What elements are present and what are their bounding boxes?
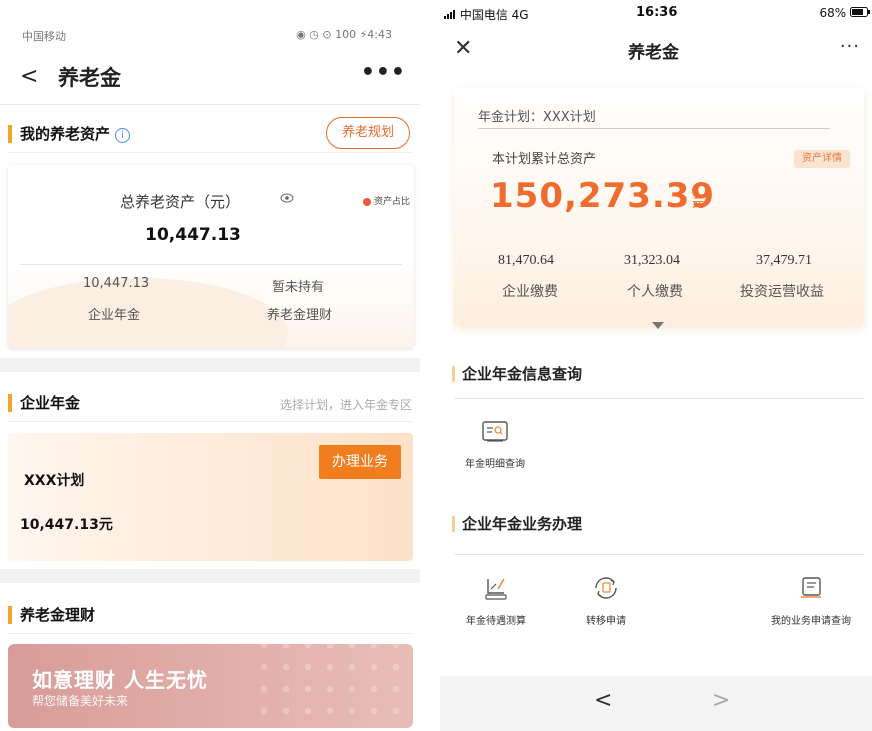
my-assets-title: 我的养老资产 (20, 125, 111, 143)
my-assets-header: 我的养老资产 i 养老规划 (8, 113, 412, 153)
signal-icon (444, 10, 455, 19)
benefit-calculation[interactable]: 年金待遇测算 (446, 575, 546, 629)
close-icon[interactable]: ✕ (454, 36, 472, 61)
personal-contribution-label: 个人缴费 (627, 284, 683, 300)
pension-plan-button[interactable]: 养老规划 (326, 117, 410, 149)
nav-bar: < 养老金 ••• (0, 52, 420, 102)
wealth-header: 养老金理财 (8, 594, 412, 634)
annuity-label: 企业年金 (88, 308, 141, 323)
section-title: 我的养老资产 i (20, 123, 131, 144)
status-bar: 中国电信 4G 16:36 68% (440, 0, 872, 28)
amount-unit: 元 (692, 196, 705, 210)
wealth-title: 养老金理财 (20, 606, 96, 624)
plan-name: XXX计划 (24, 473, 85, 489)
plan-underline (478, 128, 830, 129)
page-title: 养老金 (628, 43, 679, 63)
nav-bar: ✕ 养老金 ··· (440, 30, 872, 70)
handle-business-button[interactable]: 办理业务 (319, 445, 401, 479)
system-status: ◉ ◷ ⊙ 100 ⚡4:43 (296, 28, 392, 41)
total-assets-label: 总养老资产（元） (120, 193, 241, 211)
section-bar (8, 606, 12, 624)
annual-plan-label[interactable]: 年金计划：XXX计划 (478, 106, 596, 125)
banner-subtitle: 帮您储备美好未来 (32, 694, 129, 708)
section-bar (8, 394, 12, 412)
document-search-icon (482, 421, 508, 442)
screen-gap (420, 0, 440, 731)
battery-icon (850, 7, 870, 17)
asset-ratio-button[interactable]: 资产占比 (357, 193, 414, 211)
annuity-value: 10,447.13 (83, 276, 150, 291)
transfer-application[interactable]: 转移申请 (566, 575, 646, 629)
investment-income-label: 投资运营收益 (740, 284, 824, 300)
section-divider (8, 421, 412, 422)
back-arrow-icon[interactable]: < (594, 688, 612, 713)
personal-contribution-value: 31,323.04 (624, 253, 680, 268)
employer-contribution-label: 企业缴费 (502, 284, 558, 300)
more-icon[interactable]: ··· (840, 36, 860, 57)
card-divider (20, 264, 402, 265)
carrier-label: 中国移动 (22, 30, 66, 43)
section-bar (452, 366, 455, 382)
more-icon[interactable]: ••• (361, 60, 406, 85)
benefit-calculation-label: 年金待遇测算 (466, 616, 526, 627)
wealth-banner[interactable]: 如意理财 人生无忧 帮您储备美好未来 (8, 644, 413, 728)
section-gap (0, 358, 420, 372)
my-application-query[interactable]: 我的业务申请查询 (756, 575, 866, 629)
section-gap (0, 569, 420, 583)
calculator-pen-icon (485, 578, 507, 600)
forward-arrow-icon[interactable]: > (712, 688, 730, 713)
section-bar (452, 516, 455, 532)
status-time: 16:36 (636, 5, 678, 20)
asset-detail-button[interactable]: 资产详情 (794, 150, 850, 168)
info-query-header: 企业年金信息查询 (452, 360, 864, 390)
section-divider (454, 398, 864, 399)
section-bar (8, 125, 12, 143)
battery-status: 68% (819, 6, 870, 20)
browser-bottom-bar: < > (440, 676, 872, 731)
battery-percent: 68% (819, 6, 847, 20)
banner-pattern (253, 644, 413, 728)
plan-summary-card: 年金计划：XXX计划 本计划累计总资产 资产详情 150,273.39 元 81… (454, 88, 864, 326)
accumulated-assets-label: 本计划累计总资产 (492, 152, 597, 167)
application-record-icon (801, 577, 821, 598)
left-screen: 中国移动 ◉ ◷ ⊙ 100 ⚡4:43 < 养老金 ••• 我的养老资产 i 养… (0, 0, 420, 731)
annuity-detail-query-label: 年金明细查询 (465, 459, 525, 470)
my-application-query-label: 我的业务申请查询 (771, 616, 851, 627)
annuity-detail-query[interactable]: 年金明细查询 (460, 420, 530, 472)
section-divider (8, 152, 412, 153)
expand-arrow-icon[interactable] (652, 322, 664, 329)
carrier-label: 中国电信 4G (444, 6, 529, 23)
page-title: 养老金 (58, 66, 121, 90)
right-screen: 中国电信 4G 16:36 68% ✕ 养老金 ··· 年金计划：XXX计划 本… (440, 0, 872, 731)
investment-income-value: 37,479.71 (756, 253, 812, 268)
employer-contribution-value: 81,470.64 (498, 253, 554, 268)
back-icon[interactable]: < (20, 64, 38, 89)
annuity-plan-card[interactable]: 办理业务 XXX计划 10,447.13元 (8, 433, 413, 561)
transfer-application-label: 转移申请 (586, 616, 626, 627)
info-query-title: 企业年金信息查询 (462, 365, 583, 383)
carrier-text: 中国电信 4G (459, 8, 529, 22)
info-icon[interactable]: i (115, 128, 131, 143)
annuity-header: 企业年金 选择计划，进入年金专区 (8, 382, 412, 422)
wealth-value: 暂未持有 (272, 280, 325, 295)
section-divider (8, 633, 412, 634)
annuity-title: 企业年金 (20, 394, 81, 412)
asset-card: 总养老资产（元） 资产占比 10,447.13 10,447.13 企业年金 暂… (8, 165, 414, 348)
total-amount: 150,273.39 (490, 176, 716, 216)
section-divider (454, 554, 864, 555)
business-title: 企业年金业务办理 (462, 515, 583, 533)
eye-icon[interactable] (280, 192, 294, 206)
banner-title: 如意理财 人生无忧 (32, 668, 208, 692)
nav-divider (0, 104, 420, 105)
annuity-hint: 选择计划，进入年金专区 (279, 398, 412, 412)
plan-value: 10,447.13元 (20, 517, 113, 533)
total-assets-value: 10,447.13 (145, 225, 241, 245)
transfer-refresh-icon (595, 577, 617, 599)
status-bar: 中国移动 ◉ ◷ ⊙ 100 ⚡4:43 (0, 0, 420, 43)
business-header: 企业年金业务办理 (452, 510, 864, 540)
wealth-label: 养老金理财 (267, 308, 333, 323)
